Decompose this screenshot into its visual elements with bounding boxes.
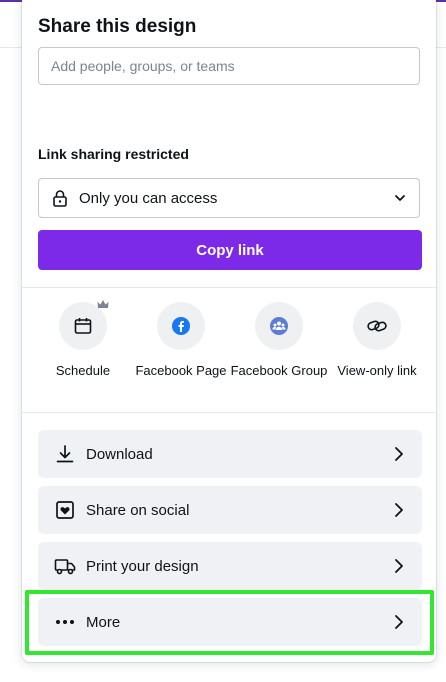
- link-sharing-label: Link sharing restricted: [38, 146, 189, 162]
- chevron-right-icon: [395, 447, 403, 461]
- action-label: More: [86, 613, 121, 631]
- dialog-title: Share this design: [38, 16, 197, 37]
- share-on-social-row[interactable]: Share on social: [38, 486, 422, 534]
- section-divider: [22, 287, 436, 288]
- share-option-label: Facebook Page: [135, 363, 227, 378]
- share-option-schedule[interactable]: Schedule: [34, 300, 132, 380]
- share-option-facebook-page[interactable]: Facebook Page: [132, 302, 230, 380]
- share-option-facebook-group[interactable]: Facebook Group: [230, 302, 328, 380]
- heart-icon: [54, 499, 76, 521]
- download-icon: [54, 443, 76, 465]
- copy-link-button[interactable]: Copy link: [38, 230, 422, 270]
- share-option-label: View-only link: [337, 363, 417, 378]
- download-row[interactable]: Download: [38, 430, 422, 478]
- lock-icon: [53, 190, 67, 207]
- action-label: Download: [86, 445, 153, 463]
- facebook-icon: [172, 317, 190, 335]
- share-option-icon-wrap: [59, 300, 109, 350]
- share-dialog: Share this design Link sharing restricte…: [22, 0, 436, 662]
- share-option-icon-wrap: [157, 302, 205, 350]
- share-option-view-only-link[interactable]: View-only link: [328, 302, 426, 380]
- more-row[interactable]: More: [38, 598, 422, 646]
- chevron-right-icon: [395, 615, 403, 629]
- action-label: Print your design: [86, 557, 199, 575]
- section-divider: [22, 412, 436, 413]
- truck-icon: [54, 555, 76, 577]
- facebook-group-icon: [270, 317, 288, 335]
- action-label: Share on social: [86, 501, 190, 519]
- link-icon: [367, 320, 387, 332]
- share-option-icon-wrap: [353, 302, 401, 350]
- crown-icon: [97, 300, 109, 308]
- share-option-label: Facebook Group: [230, 363, 328, 378]
- chevron-right-icon: [395, 559, 403, 573]
- share-option-label: Schedule: [55, 363, 111, 378]
- calendar-icon: [74, 318, 92, 334]
- link-access-value: Only you can access: [79, 189, 218, 207]
- add-people-input[interactable]: [38, 47, 420, 85]
- chevron-down-icon: [395, 195, 405, 201]
- more-icon: [54, 611, 76, 633]
- link-access-select[interactable]: Only you can access: [38, 178, 420, 218]
- background-divider: [0, 47, 22, 48]
- chevron-right-icon: [395, 503, 403, 517]
- share-option-icon-wrap: [255, 302, 303, 350]
- print-design-row[interactable]: Print your design: [38, 542, 422, 590]
